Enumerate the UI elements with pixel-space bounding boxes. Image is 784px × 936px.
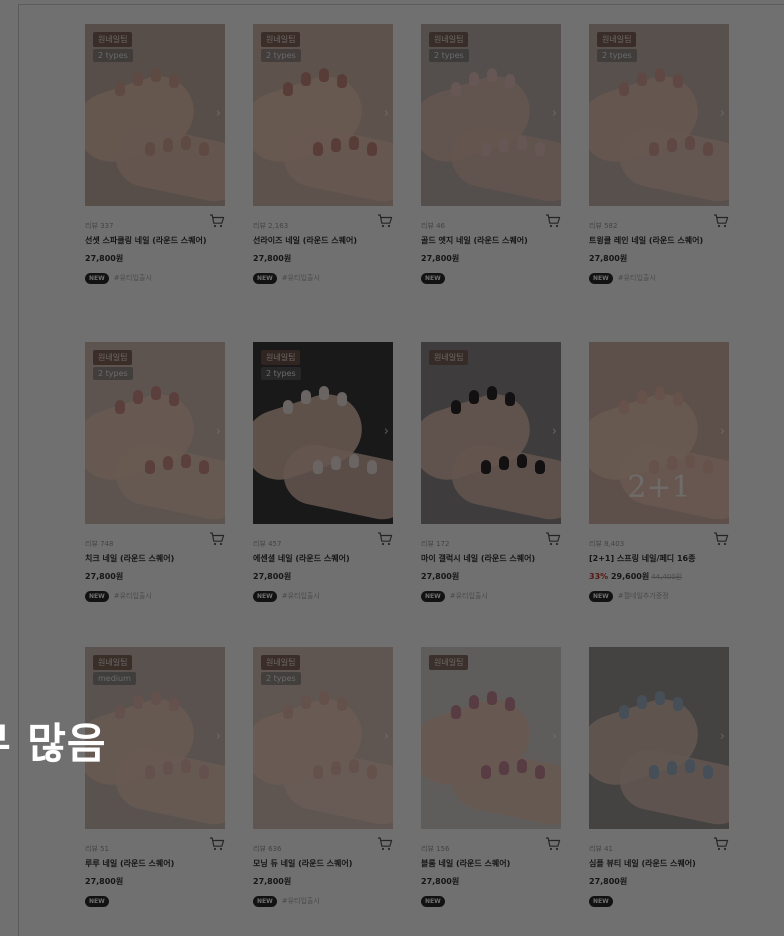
dim-overlay[interactable]: 무 많음 — [0, 0, 784, 936]
overlay-message: 무 많음 — [0, 719, 107, 768]
product-listing-page: 원네일팁2 types›리뷰 337선셋 스파클링 네일 (라운드 스퀘어)27… — [0, 0, 784, 936]
